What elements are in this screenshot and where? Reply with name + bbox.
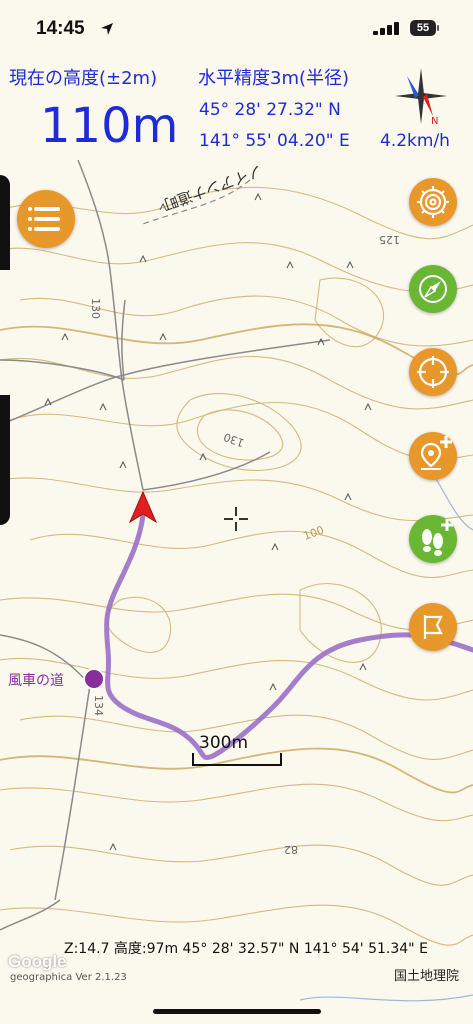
svg-text:134: 134 [92, 695, 105, 716]
map-center-info: Z:14.7 高度:97m 45° 28' 32.57" N 141° 54' … [64, 941, 428, 957]
flag-button[interactable] [409, 603, 457, 651]
compass-button[interactable] [409, 265, 457, 313]
add-pin-button[interactable] [409, 432, 457, 480]
device-edge-bottom [0, 395, 10, 525]
scale-label: 300m [199, 733, 249, 753]
crosshair-icon [224, 507, 248, 531]
battery-indicator: 55 [410, 20, 439, 36]
target-icon [417, 356, 449, 388]
compass-north-letter: N [431, 116, 438, 126]
compass-icon [419, 275, 447, 303]
cellular-signal-icon [373, 22, 399, 35]
app-version: geographica Ver 2.1.23 [10, 972, 127, 983]
scale-bar [192, 753, 282, 766]
place-label[interactable]: 風車の道 [8, 670, 64, 690]
compass-rose-icon[interactable]: N [393, 66, 449, 126]
longitude-readout: 141° 55' 04.20" E [199, 131, 350, 151]
footprints-add-icon [422, 519, 453, 556]
flag-icon [423, 615, 443, 639]
svg-text:125: 125 [379, 233, 400, 246]
place-marker-icon[interactable] [83, 668, 105, 690]
status-time: 14:45 [36, 18, 85, 39]
speed-readout: 4.2km/h [380, 131, 450, 151]
target-button[interactable] [409, 348, 457, 396]
accuracy-label: 水平精度3m(半径) [198, 68, 350, 89]
status-bar: 14:45 55 [0, 0, 473, 54]
altitude-label: 現在の高度(±2m) [9, 68, 158, 89]
altitude-value: 110m [40, 98, 179, 154]
device-edge-top [0, 175, 10, 270]
shell-icon [417, 186, 449, 218]
google-logo: Google [8, 952, 67, 971]
latitude-readout: 45° 28' 27.32" N [199, 100, 341, 120]
svg-text:130: 130 [89, 298, 102, 319]
location-arrow-icon [101, 23, 113, 35]
shell-button[interactable] [409, 178, 457, 226]
home-indicator[interactable] [153, 1009, 321, 1014]
footprints-add-button[interactable] [409, 515, 457, 563]
svg-text:82: 82 [284, 843, 298, 856]
add-pin-icon [420, 436, 452, 470]
map-attribution: 国土地理院 [394, 969, 460, 984]
menu-button[interactable] [17, 190, 75, 248]
